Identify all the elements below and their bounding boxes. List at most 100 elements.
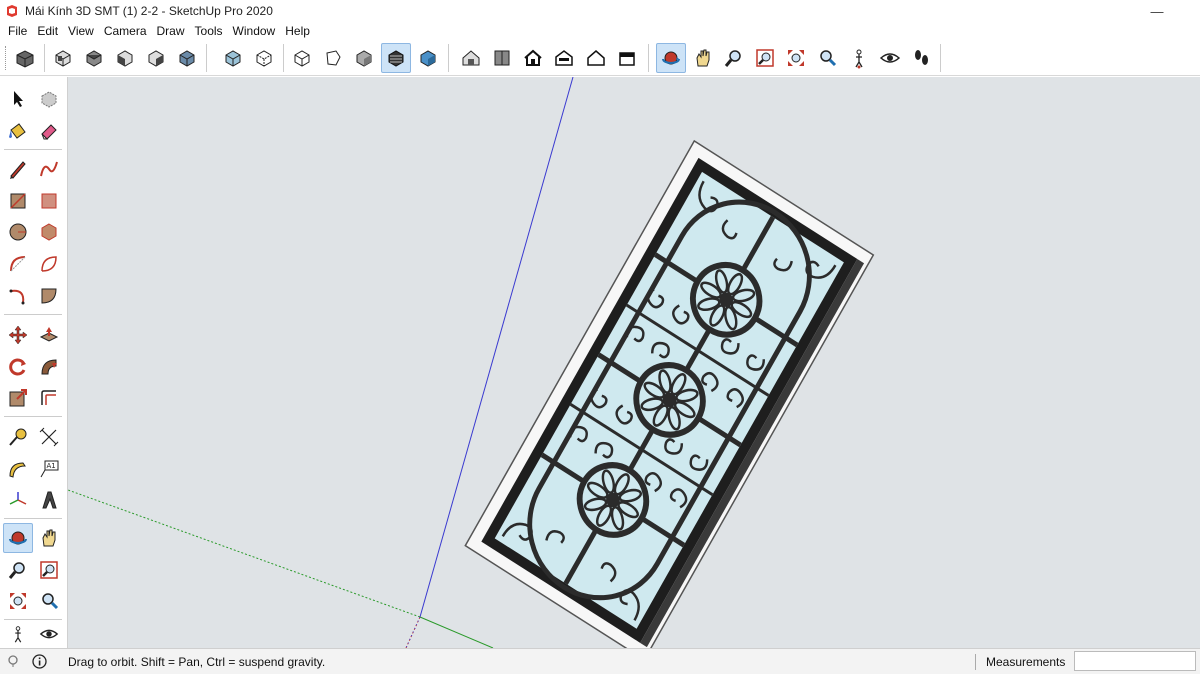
menu-camera[interactable]: Camera xyxy=(99,24,152,38)
house-outline-icon[interactable] xyxy=(581,43,611,73)
arc-icon[interactable] xyxy=(3,249,33,279)
minimize-button[interactable]: — xyxy=(1134,0,1180,22)
position-camera-icon[interactable] xyxy=(844,43,874,73)
share-model-icon[interactable] xyxy=(549,43,579,73)
wireframe-icon[interactable] xyxy=(287,43,317,73)
iso-view-icon[interactable] xyxy=(48,43,78,73)
menu-edit[interactable]: Edit xyxy=(32,24,63,38)
rotated-rectangle-icon[interactable] xyxy=(34,186,64,216)
right-view-icon[interactable] xyxy=(141,43,171,73)
scale-icon[interactable] xyxy=(3,383,33,413)
sketchup-logo-icon xyxy=(7,5,17,17)
previous-view-icon[interactable] xyxy=(812,43,842,73)
hidden-line-icon[interactable] xyxy=(318,43,348,73)
rotate-icon[interactable] xyxy=(3,352,33,382)
info-icon[interactable] xyxy=(32,654,47,669)
zoom-icon[interactable] xyxy=(719,43,749,73)
window-title: Mái Kính 3D SMT (1) 2-2 - SketchUp Pro 2… xyxy=(25,4,273,18)
tape-measure-icon[interactable] xyxy=(3,422,33,452)
text-icon[interactable]: A1 xyxy=(34,454,64,484)
status-separator xyxy=(975,654,976,670)
green-axis xyxy=(419,616,494,648)
pie-icon[interactable] xyxy=(34,281,64,311)
front-view-icon[interactable] xyxy=(110,43,140,73)
pan-icon[interactable] xyxy=(688,43,718,73)
menu-tools[interactable]: Tools xyxy=(190,24,228,38)
zoom-extents-icon[interactable] xyxy=(3,586,33,616)
palette-separator xyxy=(4,149,62,150)
position-camera-icon[interactable] xyxy=(3,622,33,646)
previous-icon[interactable] xyxy=(34,586,64,616)
zoom-window-icon[interactable] xyxy=(34,555,64,585)
offset-icon[interactable] xyxy=(34,383,64,413)
menu-help[interactable]: Help xyxy=(280,24,315,38)
minimize-icon: — xyxy=(1150,3,1164,19)
three-point-arc-icon[interactable] xyxy=(3,281,33,311)
push-pull-icon[interactable] xyxy=(34,320,64,350)
pan-icon[interactable] xyxy=(34,523,64,553)
toolbar-separator xyxy=(206,44,207,72)
paint-bucket-icon[interactable] xyxy=(3,116,33,146)
two-point-arc-icon[interactable] xyxy=(34,249,64,279)
toolbar-separator xyxy=(283,44,284,72)
rectangle-icon[interactable] xyxy=(3,186,33,216)
palette-separator xyxy=(4,314,62,315)
3d-text-icon[interactable] xyxy=(34,485,64,515)
green-axis-negative xyxy=(68,489,421,618)
menu-draw[interactable]: Draw xyxy=(152,24,190,38)
walk-icon[interactable] xyxy=(906,43,936,73)
toolbar-separator xyxy=(44,44,45,72)
upload-icon[interactable] xyxy=(612,43,642,73)
move-icon[interactable] xyxy=(3,320,33,350)
status-message: Drag to orbit. Shift = Pan, Ctrl = suspe… xyxy=(68,655,326,669)
warehouse-icon[interactable] xyxy=(456,43,486,73)
title-bar: Mái Kính 3D SMT (1) 2-2 - SketchUp Pro 2… xyxy=(0,0,1200,22)
model-canvas[interactable] xyxy=(68,77,1200,648)
palette-separator xyxy=(4,518,62,519)
back-edges-icon[interactable] xyxy=(249,43,279,73)
zoom-window-icon[interactable] xyxy=(750,43,780,73)
component-icon[interactable] xyxy=(10,43,40,73)
sketchup-window: Mái Kính 3D SMT (1) 2-2 - SketchUp Pro 2… xyxy=(0,0,1200,674)
dimension-icon[interactable] xyxy=(34,422,64,452)
main-toolbar xyxy=(0,40,1200,76)
xray-icon[interactable] xyxy=(218,43,248,73)
eraser-icon[interactable] xyxy=(34,116,64,146)
zoom-extents-icon[interactable] xyxy=(781,43,811,73)
geo-location-icon[interactable] xyxy=(6,654,20,668)
freehand-icon[interactable] xyxy=(34,154,64,184)
measurements-label: Measurements xyxy=(986,655,1066,669)
palette-separator xyxy=(4,619,62,620)
axes-icon[interactable] xyxy=(3,485,33,515)
menu-window[interactable]: Window xyxy=(228,24,281,38)
zoom-icon[interactable] xyxy=(3,555,33,585)
toolbar-grip[interactable] xyxy=(5,46,8,70)
menu-file[interactable]: File xyxy=(3,24,32,38)
look-around-icon[interactable] xyxy=(34,622,64,646)
monochrome-icon[interactable] xyxy=(413,43,443,73)
shaded-icon[interactable] xyxy=(349,43,379,73)
back-view-icon[interactable] xyxy=(172,43,202,73)
toolbar-separator xyxy=(940,44,941,72)
line-icon[interactable] xyxy=(3,154,33,184)
protractor-icon[interactable] xyxy=(3,454,33,484)
top-view-icon[interactable] xyxy=(79,43,109,73)
polygon-icon[interactable] xyxy=(34,217,64,247)
measurements-input[interactable] xyxy=(1074,651,1196,671)
look-around-icon[interactable] xyxy=(875,43,905,73)
svg-text:A1: A1 xyxy=(47,462,56,470)
follow-me-icon[interactable] xyxy=(34,352,64,382)
orbit-icon[interactable] xyxy=(656,43,686,73)
select-icon[interactable] xyxy=(3,84,33,114)
menu-bar: File Edit View Camera Draw Tools Window … xyxy=(0,22,1200,40)
circle-icon[interactable] xyxy=(3,217,33,247)
menu-view[interactable]: View xyxy=(63,24,99,38)
make-component-icon[interactable] xyxy=(34,84,64,114)
shaded-textures-icon[interactable] xyxy=(381,43,411,73)
drawing-area[interactable] xyxy=(68,77,1200,648)
orbit-icon[interactable] xyxy=(3,523,33,553)
house-icon[interactable] xyxy=(518,43,548,73)
status-bar: Drag to orbit. Shift = Pan, Ctrl = suspe… xyxy=(0,648,1200,674)
toolbar-separator xyxy=(648,44,649,72)
extension-warehouse-icon[interactable] xyxy=(487,43,517,73)
